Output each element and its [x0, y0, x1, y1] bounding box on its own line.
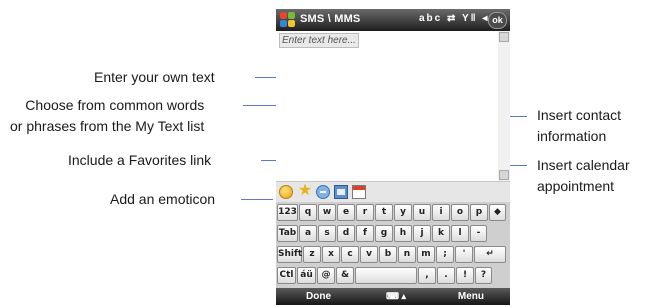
star-icon[interactable]: ★: [297, 183, 313, 199]
callout-emoticon: Add an emoticon: [110, 191, 216, 207]
key-1-3[interactable]: d: [337, 225, 355, 242]
key-0-7[interactable]: u: [413, 204, 431, 221]
key-2-4[interactable]: v: [360, 246, 378, 263]
status-icons: abc ⇄ Y‖ ◂(: [419, 13, 495, 24]
key-0-5[interactable]: t: [375, 204, 393, 221]
key-1-7[interactable]: j: [413, 225, 431, 242]
key-2-3[interactable]: c: [341, 246, 359, 263]
callout-contact: Insert contact information: [537, 105, 621, 147]
scroll-up-arrow-icon[interactable]: [499, 32, 509, 42]
key-3-0[interactable]: Ctl: [277, 267, 296, 284]
key-2-9[interactable]: ': [455, 246, 473, 263]
key-0-3[interactable]: e: [337, 204, 355, 221]
key-3-8[interactable]: ?: [475, 267, 492, 284]
key-3-5[interactable]: ,: [418, 267, 436, 284]
softkey-bar: Done ⌨ ▴ Menu: [276, 288, 510, 305]
key-1-9[interactable]: l: [451, 225, 469, 242]
callout-enter-text: Enter your own text: [94, 69, 215, 85]
leader-emoticon: [241, 199, 273, 200]
windows-start-icon[interactable]: [280, 12, 296, 28]
insert-toolbar: ★: [276, 181, 510, 203]
callout-calendar-line1: Insert calendar: [537, 157, 630, 173]
key-0-4[interactable]: r: [356, 204, 374, 221]
window-title: SMS \ MMS: [300, 13, 361, 25]
callout-contact-line2: information: [537, 128, 607, 144]
contact-card-icon[interactable]: [334, 185, 348, 199]
key-2-5[interactable]: b: [379, 246, 397, 263]
key-1-0[interactable]: Tab: [277, 225, 298, 242]
key-2-6[interactable]: n: [398, 246, 416, 263]
key-0-11[interactable]: ◆: [489, 204, 506, 221]
key-2-8[interactable]: ;: [436, 246, 454, 263]
scrollbar[interactable]: [498, 31, 510, 181]
callout-my-text-line2: or phrases from the My Text list: [10, 118, 205, 134]
input-selector-icon[interactable]: ⌨ ▴: [386, 291, 406, 302]
key-1-4[interactable]: f: [356, 225, 374, 242]
key-1-1[interactable]: a: [299, 225, 317, 242]
key-2-7[interactable]: m: [417, 246, 435, 263]
on-screen-keyboard: 123 q w e r t y u i o p ◆ Tab a s d f g h j k l - Shift z x c v b n m;…: [276, 202, 510, 288]
callout-calendar: Insert calendar appointment: [537, 155, 630, 197]
key-1-2[interactable]: s: [318, 225, 336, 242]
key-0-9[interactable]: o: [451, 204, 469, 221]
message-text-area[interactable]: Enter text here...: [276, 31, 499, 181]
key-2-0[interactable]: Shift: [277, 246, 302, 263]
key-2-1[interactable]: z: [303, 246, 321, 263]
softkey-menu[interactable]: Menu: [458, 291, 484, 302]
key-1-6[interactable]: h: [394, 225, 412, 242]
key-3-3[interactable]: &: [336, 267, 354, 284]
key-1-10[interactable]: -: [470, 225, 487, 242]
key-0-8[interactable]: i: [432, 204, 450, 221]
callout-contact-line1: Insert contact: [537, 107, 622, 123]
key-2-10[interactable]: ↵: [474, 246, 506, 263]
key-3-4[interactable]: [355, 267, 417, 284]
key-2-2[interactable]: x: [322, 246, 340, 263]
key-1-5[interactable]: g: [375, 225, 393, 242]
key-0-2[interactable]: w: [318, 204, 336, 221]
callout-favorites: Include a Favorites link: [68, 152, 212, 168]
message-input-placeholder[interactable]: Enter text here...: [279, 33, 359, 48]
key-3-7[interactable]: !: [456, 267, 474, 284]
key-0-10[interactable]: p: [470, 204, 488, 221]
key-0-6[interactable]: y: [394, 204, 412, 221]
calendar-icon[interactable]: [352, 185, 366, 199]
my-text-icon[interactable]: [316, 185, 330, 199]
key-0-1[interactable]: q: [299, 204, 317, 221]
key-0-0[interactable]: 123: [277, 204, 298, 221]
key-3-1[interactable]: áü: [297, 267, 316, 284]
phone-screen: SMS \ MMS abc ⇄ Y‖ ◂( ok Enter text here…: [276, 9, 510, 305]
callout-my-text-line1: Choose from common words: [25, 97, 205, 113]
key-3-6[interactable]: .: [437, 267, 455, 284]
softkey-done[interactable]: Done: [306, 291, 331, 302]
key-3-2[interactable]: @: [317, 267, 335, 284]
key-1-8[interactable]: k: [432, 225, 450, 242]
callout-my-text: Choose from common words or phrases from…: [10, 95, 204, 137]
scroll-down-arrow-icon[interactable]: [499, 170, 509, 180]
title-bar: SMS \ MMS abc ⇄ Y‖ ◂( ok: [276, 9, 510, 31]
emoticon-icon[interactable]: [279, 185, 293, 199]
ok-button[interactable]: ok: [488, 12, 507, 29]
callout-calendar-line2: appointment: [537, 178, 615, 194]
